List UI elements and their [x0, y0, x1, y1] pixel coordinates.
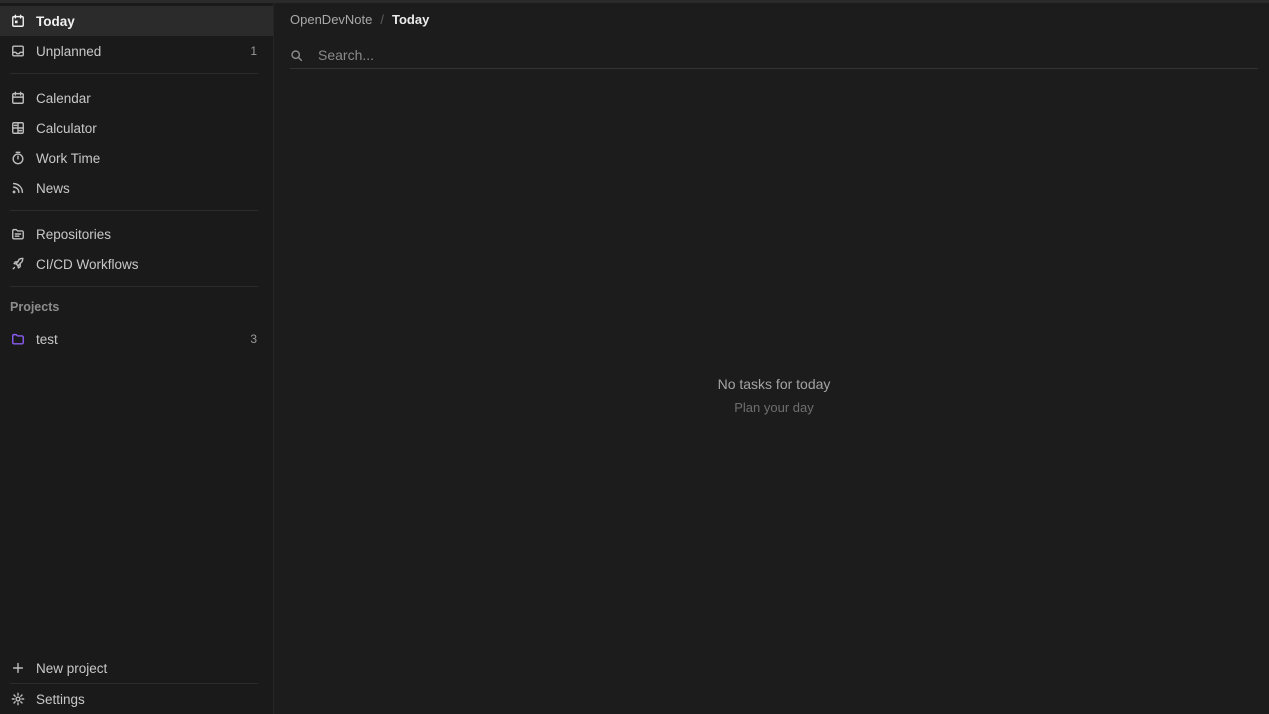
gear-icon [10, 691, 26, 707]
breadcrumb-separator: / [380, 12, 385, 27]
sidebar-item-repositories[interactable]: Repositories [0, 219, 273, 249]
empty-state: No tasks for today Plan your day [274, 376, 1269, 415]
search-input[interactable] [318, 47, 1218, 63]
sidebar-item-today[interactable]: Today [0, 6, 273, 36]
sidebar-item-label: Work Time [36, 150, 101, 166]
sidebar-item-unplanned[interactable]: Unplanned 1 [0, 36, 273, 66]
search-icon [290, 48, 304, 62]
sidebar-item-label: Unplanned [36, 43, 102, 59]
calendar-icon [10, 90, 26, 106]
unplanned-count-badge: 1 [250, 44, 257, 58]
sidebar-item-label: Calculator [36, 120, 97, 136]
folder-icon [10, 331, 26, 347]
project-task-count: 3 [250, 332, 257, 346]
repository-icon [10, 226, 26, 242]
sidebar-item-label: Calendar [36, 90, 91, 106]
settings-label: Settings [36, 691, 85, 707]
sidebar: Today Unplanned 1 Calendar Calculator Wo… [0, 3, 274, 714]
settings-button[interactable]: Settings [0, 684, 273, 714]
breadcrumb-current: Today [392, 12, 430, 27]
calendar-today-icon [10, 13, 26, 29]
stopwatch-icon [10, 150, 26, 166]
sidebar-item-ci-cd-workflows[interactable]: CI/CD Workflows [0, 249, 273, 279]
sidebar-item-label: Today [36, 13, 75, 29]
sidebar-item-label: News [36, 180, 70, 196]
projects-section-title: Projects [10, 300, 60, 314]
main-content: OpenDevNote / Today No tasks for today P… [274, 3, 1269, 714]
sidebar-item-news[interactable]: News [0, 173, 273, 203]
empty-state-title: No tasks for today [717, 376, 831, 392]
sidebar-item-calculator[interactable]: Calculator [0, 113, 273, 143]
sidebar-divider [10, 73, 258, 74]
sidebar-project-test[interactable]: test 3 [0, 324, 273, 354]
rocket-icon [10, 256, 26, 272]
plus-icon [10, 660, 26, 676]
breadcrumb-root-link[interactable]: OpenDevNote [290, 12, 372, 27]
inbox-icon [10, 43, 26, 59]
calculator-icon [10, 120, 26, 136]
sidebar-item-work-time[interactable]: Work Time [0, 143, 273, 173]
rss-icon [10, 180, 26, 196]
breadcrumb: OpenDevNote / Today [290, 12, 429, 27]
sidebar-divider [10, 286, 258, 287]
project-label: test [36, 331, 58, 347]
sidebar-item-label: CI/CD Workflows [36, 256, 139, 272]
sidebar-item-label: Repositories [36, 226, 112, 242]
empty-state-subtitle: Plan your day [734, 400, 814, 415]
new-project-button[interactable]: New project [0, 653, 273, 683]
sidebar-divider [10, 210, 258, 211]
sidebar-item-calendar[interactable]: Calendar [0, 83, 273, 113]
search-bar [290, 42, 1258, 69]
new-project-label: New project [36, 660, 108, 676]
